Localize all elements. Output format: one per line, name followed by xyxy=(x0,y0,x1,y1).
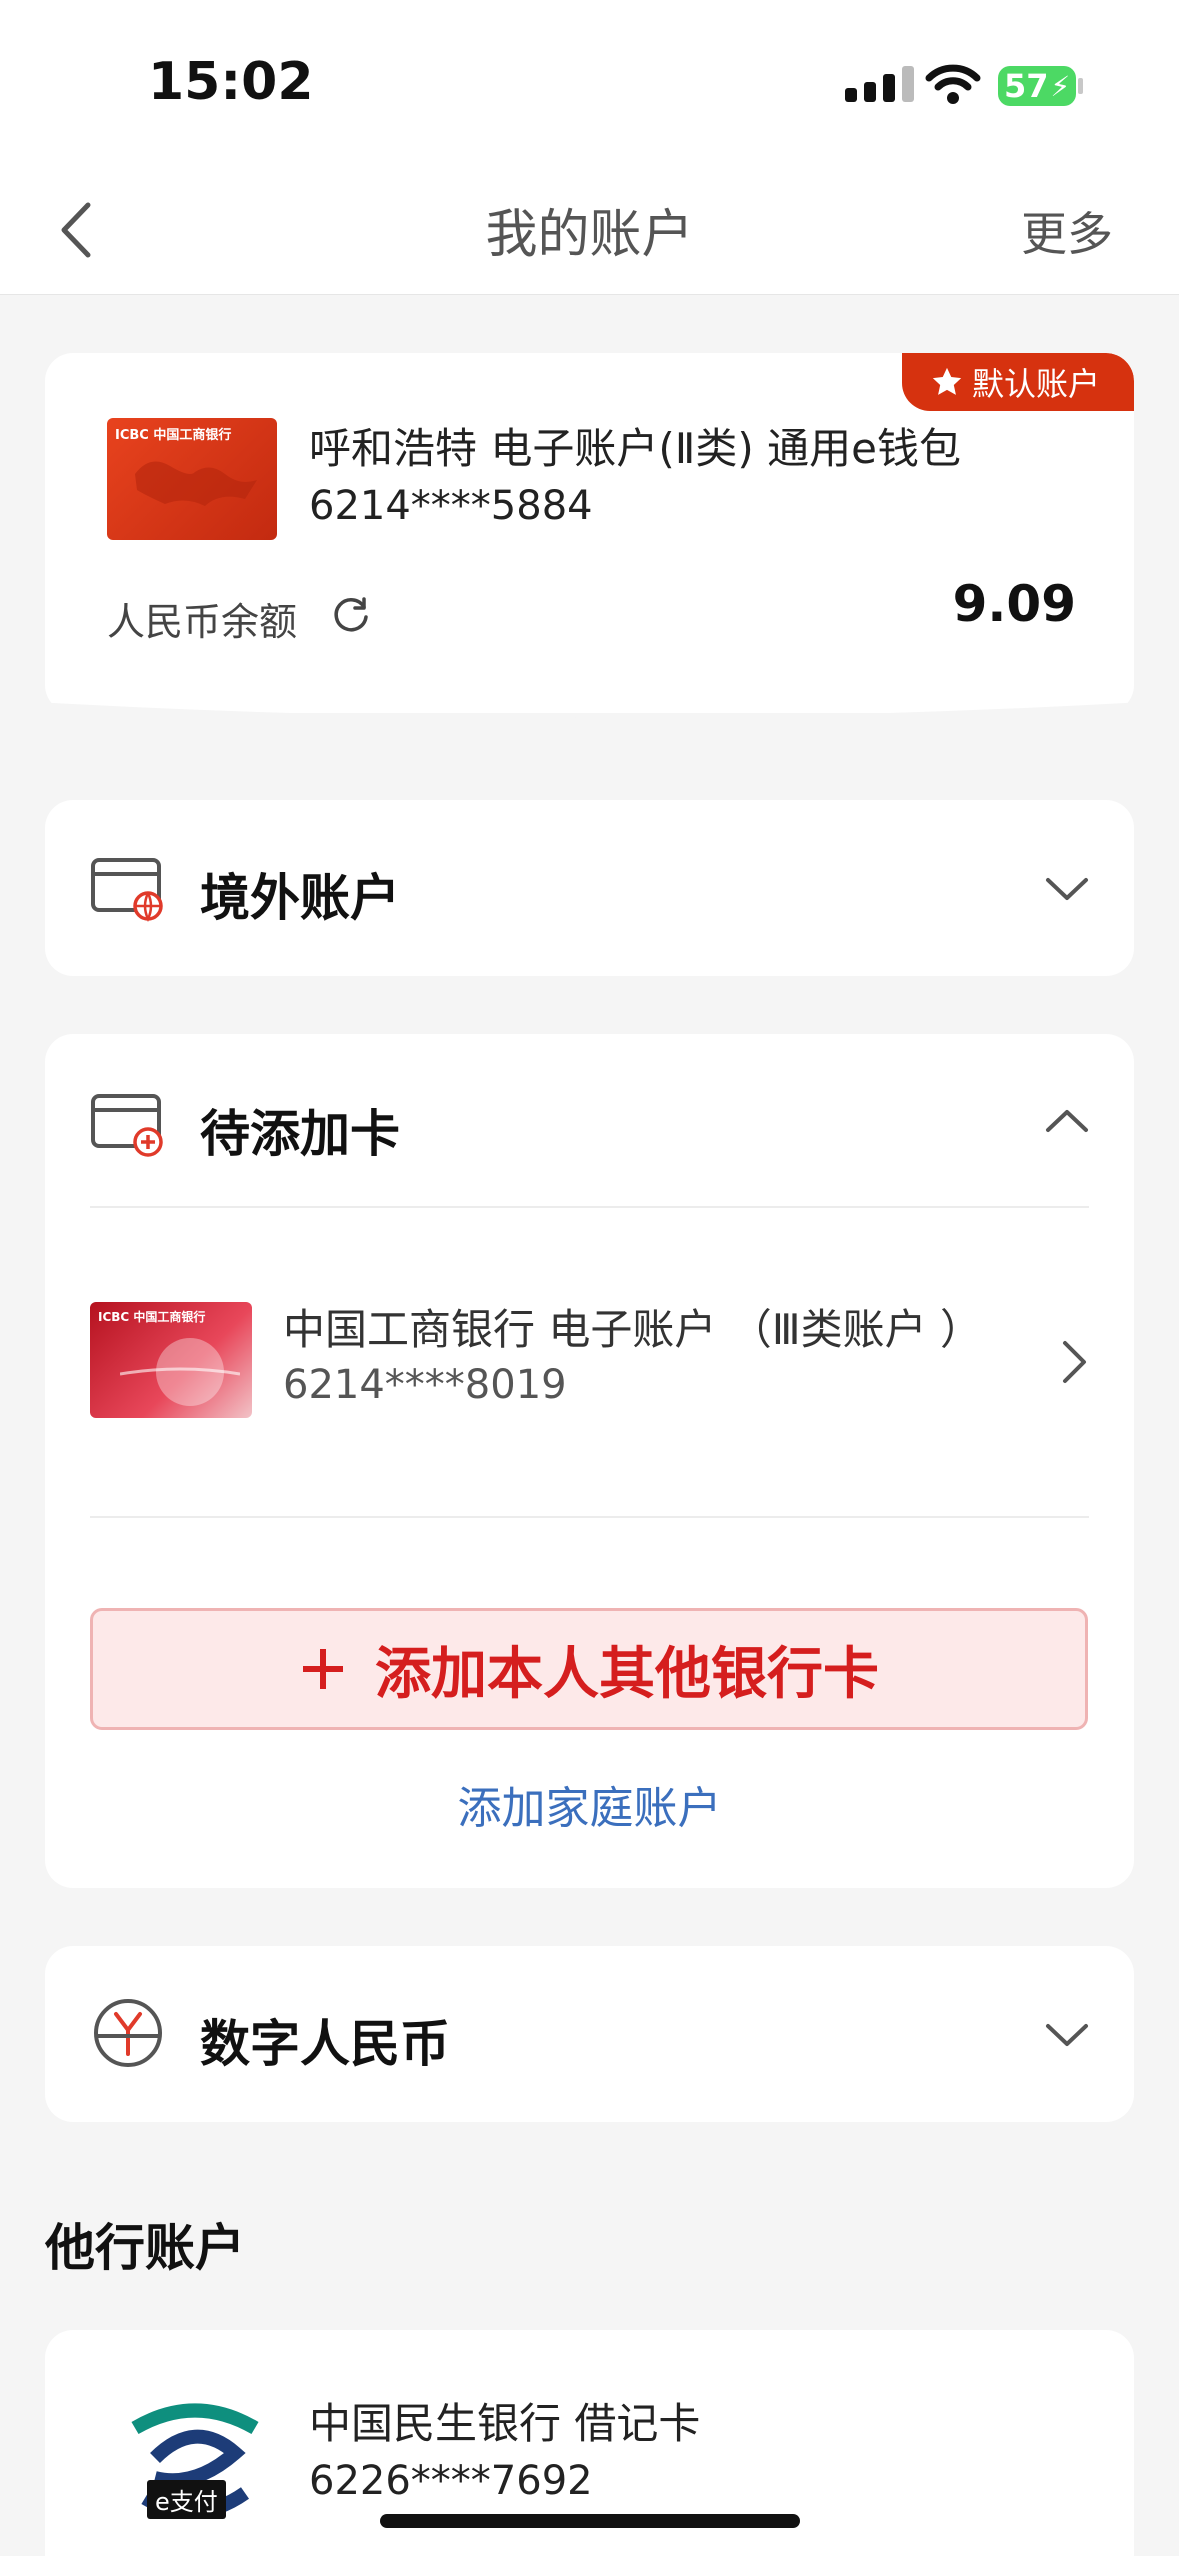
default-badge-label: 默认账户 xyxy=(972,365,1101,403)
status-time: 15:02 xyxy=(148,52,314,112)
pending-card-number: 6214****8019 xyxy=(283,1362,567,1408)
account-number: 6214****5884 xyxy=(309,483,593,529)
overseas-card-icon xyxy=(91,858,163,922)
globe-graphic xyxy=(120,1338,240,1406)
epay-tag: e支付 xyxy=(147,2480,226,2519)
other-bank-card-name: 中国民生银行 借记卡 xyxy=(309,2399,701,2448)
home-indicator xyxy=(380,2514,800,2528)
refresh-icon[interactable] xyxy=(330,593,372,635)
pending-cards-section: 待添加卡 ICBC 中国工商银行 中国工商银行 电子账户 （Ⅲ类账户 ） 621… xyxy=(45,1034,1134,1888)
plus-icon xyxy=(303,1649,343,1689)
battery-cap xyxy=(1078,78,1083,94)
digital-rmb-title: 数字人民币 xyxy=(200,2015,450,2073)
add-bank-card-label: 添加本人其他银行卡 xyxy=(375,1641,879,1707)
icbc-card-image: ICBC 中国工商银行 xyxy=(107,418,277,540)
world-map-graphic xyxy=(135,461,257,506)
digital-rmb-section[interactable]: 数字人民币 xyxy=(45,1946,1134,2122)
card-brand-text: ICBC 中国工商银行 xyxy=(98,1310,206,1324)
account-name: 呼和浩特 电子账户(Ⅱ类) 通用e钱包 xyxy=(309,424,961,473)
balance-value: 9.09 xyxy=(952,575,1076,633)
battery-indicator: 57 ⚡ xyxy=(998,66,1076,106)
overseas-account-title: 境外账户 xyxy=(200,869,400,927)
add-bank-card-button[interactable]: 添加本人其他银行卡 xyxy=(90,1608,1088,1730)
star-icon xyxy=(932,367,962,395)
add-card-icon xyxy=(91,1094,163,1157)
chevron-down-icon[interactable] xyxy=(1044,874,1090,904)
more-button[interactable]: 更多 xyxy=(1021,198,1113,264)
pending-card-name: 中国工商银行 电子账户 （Ⅲ类账户 ） xyxy=(283,1305,983,1354)
overseas-account-section[interactable]: 境外账户 xyxy=(45,800,1134,976)
chevron-right-icon xyxy=(1063,1341,1086,1383)
divider xyxy=(90,1516,1089,1518)
icbc-card-image: ICBC 中国工商银行 xyxy=(90,1302,252,1418)
divider xyxy=(90,1206,1089,1208)
pending-cards-title: 待添加卡 xyxy=(200,1105,400,1163)
default-account-badge: 默认账户 xyxy=(902,353,1134,411)
battery-level: 57 xyxy=(1004,67,1049,105)
yuan-icon xyxy=(94,1999,162,2067)
other-bank-card-number: 6226****7692 xyxy=(309,2458,593,2504)
header-curve xyxy=(0,700,1179,775)
other-banks-title: 他行账户 xyxy=(45,2219,245,2277)
wifi-icon xyxy=(925,64,981,104)
chevron-down-icon[interactable] xyxy=(1044,2020,1090,2050)
status-bar: 15:02 57 ⚡ xyxy=(0,0,1179,170)
balance-label: 人民币余额 xyxy=(107,600,298,644)
page-title: 我的账户 xyxy=(485,205,694,265)
card-brand-text: ICBC 中国工商银行 xyxy=(115,428,232,443)
default-account-card[interactable]: 默认账户 ICBC 中国工商银行 呼和浩特 电子账户(Ⅱ类) 通用e钱包 621… xyxy=(45,353,1134,713)
cellular-signal-icon xyxy=(845,66,914,102)
chevron-up-icon[interactable] xyxy=(1044,1106,1090,1136)
nav-bar: 我的账户 更多 xyxy=(0,170,1179,295)
add-family-account-link[interactable]: 添加家庭账户 xyxy=(45,1772,1134,1836)
